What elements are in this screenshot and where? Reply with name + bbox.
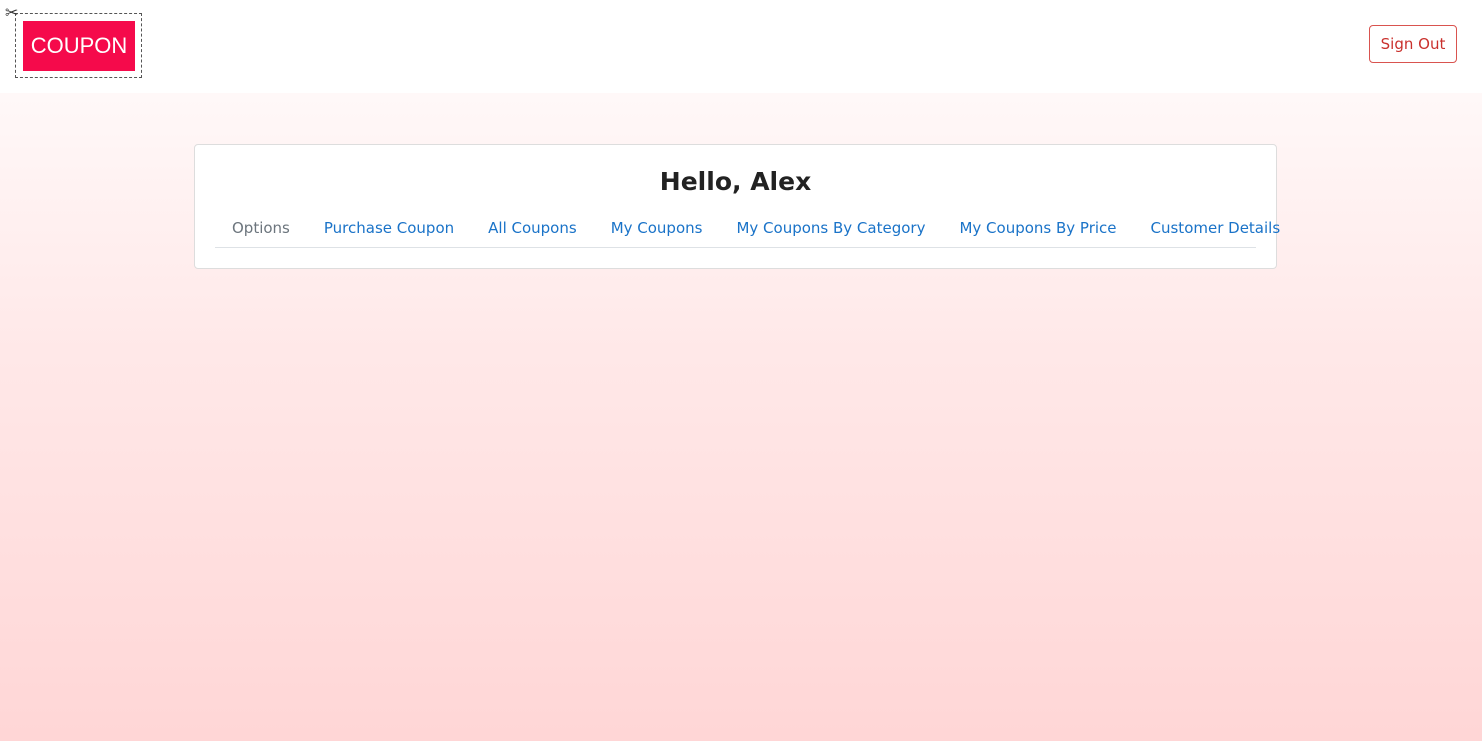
greeting-heading: Hello, Alex xyxy=(659,167,812,196)
nav-my-coupons[interactable]: My Coupons xyxy=(594,213,720,243)
sign-out-button[interactable]: Sign Out xyxy=(1369,25,1457,63)
options-nav: Options Purchase Coupon All Coupons My C… xyxy=(215,213,1280,248)
top-bar: ✂ COUPON Sign Out xyxy=(0,0,1482,93)
logo-text: COUPON xyxy=(23,21,135,71)
nav-customer-details[interactable]: Customer Details xyxy=(1134,213,1298,243)
nav-all-coupons[interactable]: All Coupons xyxy=(471,213,594,243)
nav-options-label: Options xyxy=(232,219,290,237)
nav-my-coupons-by-category[interactable]: My Coupons By Category xyxy=(719,213,942,243)
welcome-card: Hello, Alex Options Purchase Coupon All … xyxy=(194,144,1280,269)
scissors-icon: ✂ xyxy=(5,3,19,22)
main-area: Hello, Alex Options Purchase Coupon All … xyxy=(0,93,1482,741)
nav-my-coupons-by-price[interactable]: My Coupons By Price xyxy=(942,213,1133,243)
coupon-logo[interactable]: ✂ COUPON xyxy=(5,5,142,78)
nav-purchase-coupon[interactable]: Purchase Coupon xyxy=(307,213,471,243)
